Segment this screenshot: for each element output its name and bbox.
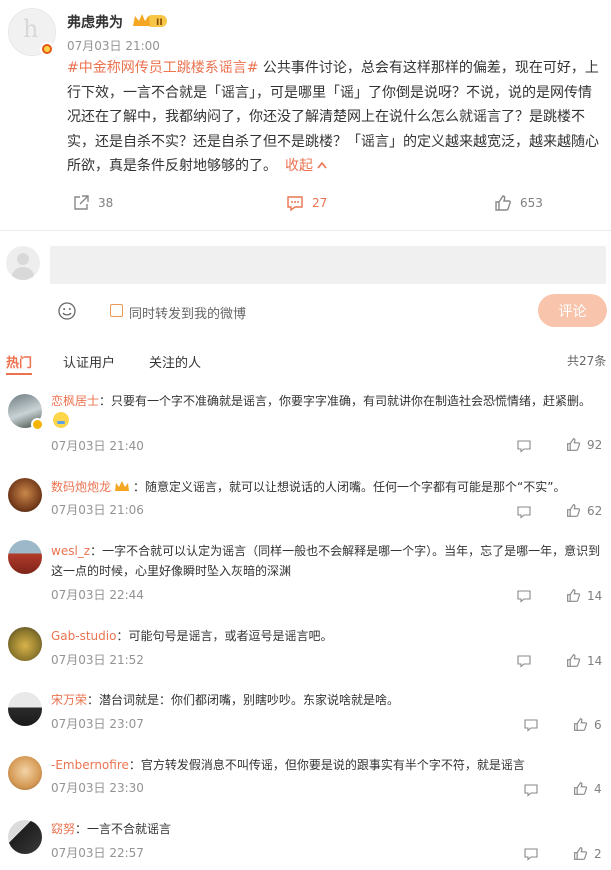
like-icon xyxy=(574,782,588,795)
crying-laugh-emoji-icon xyxy=(53,412,69,428)
comment-like-button[interactable]: 14 xyxy=(566,588,602,603)
like-count: 653 xyxy=(520,196,543,210)
comment-text: 窈努：一言不合就谣言 xyxy=(51,819,606,839)
submit-comment-button[interactable]: 评论 xyxy=(538,294,607,327)
comment-content: ：只要有一个字不准确就是谣言，你要字字准确，有司就讲你在制造社会恐慌情绪，赶紧删… xyxy=(99,394,592,408)
commenter-name[interactable]: 窈努 xyxy=(51,822,75,836)
reply-icon[interactable] xyxy=(524,718,538,732)
comment-like-count: 4 xyxy=(594,781,602,796)
forward-label[interactable]: 同时转发到我的微博 xyxy=(129,303,246,322)
like-icon xyxy=(567,589,581,602)
repost-count: 38 xyxy=(98,196,114,210)
comment-like-button[interactable]: 92 xyxy=(566,437,602,452)
comment-time[interactable]: 07月03日 22:44 xyxy=(51,586,144,603)
commenter-avatar[interactable] xyxy=(8,756,42,790)
comment-content: ：一字不合就可以认定为谣言（同样一般也不会解释是哪一个字）。当年，忘了是哪一年，… xyxy=(51,544,601,578)
chevron-up-icon xyxy=(317,161,328,169)
member-crown-icon xyxy=(115,481,130,491)
commenter-name[interactable]: wesl_z xyxy=(51,544,90,558)
member-crown-icon[interactable]: II xyxy=(132,12,168,30)
commenter-name[interactable]: -Embernofire xyxy=(51,758,129,772)
comment-content: ：官方转发假消息不叫传谣，但你要是说的跟事实有半个字不符，就是谣言 xyxy=(128,758,525,772)
reply-icon[interactable] xyxy=(524,847,538,861)
comment-like-count: 92 xyxy=(587,437,603,452)
comment-content: ：潜台词就是：你们都闭嘴，别瞎吵吵。东家说啥就是啥。 xyxy=(87,693,400,707)
comment-button[interactable]: 27 xyxy=(286,194,327,212)
like-icon xyxy=(574,718,588,731)
divider xyxy=(0,230,611,231)
comment-time[interactable]: 07月03日 21:52 xyxy=(51,651,144,668)
commenter-avatar[interactable] xyxy=(8,540,42,574)
comment-text: 数码炮炮龙 ：随意定义谣言，就可以让想说话的人闭嘴。任何一个字都有可能是那个“不实… xyxy=(51,477,606,497)
reply-icon[interactable] xyxy=(524,783,538,797)
reply-icon[interactable] xyxy=(517,439,531,453)
comment-like-count: 14 xyxy=(587,588,603,603)
comment-like-button[interactable]: 4 xyxy=(573,781,602,796)
current-user-avatar xyxy=(6,246,40,280)
verified-badge-icon xyxy=(31,418,44,431)
comment-like-count: 6 xyxy=(594,717,602,732)
reply-icon[interactable] xyxy=(517,505,531,519)
commenter-name[interactable]: Gab-studio xyxy=(51,629,116,643)
like-button[interactable]: 653 xyxy=(494,194,543,212)
forward-checkbox[interactable] xyxy=(110,304,123,317)
comment-text: 恋枫居士：只要有一个字不准确就是谣言，你要字字准确，有司就讲你在制造社会恐慌情绪… xyxy=(51,391,606,431)
collapse-link[interactable]: 收起 xyxy=(285,158,328,174)
comment-like-button[interactable]: 14 xyxy=(566,653,602,668)
verified-badge-icon xyxy=(40,42,54,56)
comment-time[interactable]: 07月03日 23:30 xyxy=(51,779,144,796)
tab-following[interactable]: 关注的人 xyxy=(149,352,201,371)
post-author-name[interactable]: 弗虑弗为 xyxy=(67,12,123,32)
comment-like-button[interactable]: 6 xyxy=(573,717,602,732)
comment-content: ：可能句号是谣言，或者逗号是谣言吧。 xyxy=(116,629,333,643)
commenter-avatar[interactable] xyxy=(8,627,42,661)
like-icon xyxy=(495,195,511,211)
comment-content: ：随意定义谣言，就可以让想说话的人闭嘴。任何一个字都有可能是那个“不实”。 xyxy=(133,480,566,494)
reply-icon[interactable] xyxy=(517,589,531,603)
post-text: #中金称网传员工跳楼系谣言# 公共事件讨论，总会有这样那样的偏差，现在可好，上行… xyxy=(67,56,605,179)
like-icon xyxy=(567,438,581,451)
like-icon xyxy=(567,654,581,667)
crown-level: II xyxy=(156,18,163,28)
comment-text: -Embernofire：官方转发假消息不叫传谣，但你要是说的跟事实有半个字不符… xyxy=(51,755,606,775)
reply-icon[interactable] xyxy=(517,654,531,668)
comment-text: 宋万荣：潜台词就是：你们都闭嘴，别瞎吵吵。东家说啥就是啥。 xyxy=(51,690,606,710)
repost-icon xyxy=(74,195,89,210)
comment-content: ：一言不合就谣言 xyxy=(75,822,172,836)
commenter-avatar[interactable] xyxy=(8,692,42,726)
comment-time[interactable]: 07月03日 22:57 xyxy=(51,844,144,861)
comment-icon xyxy=(287,196,303,212)
like-icon xyxy=(574,847,588,860)
commenter-name[interactable]: 宋万荣 xyxy=(51,693,87,707)
comment-time[interactable]: 07月03日 21:06 xyxy=(51,501,144,518)
comment-total: 共27条 xyxy=(567,354,607,368)
comment-like-count: 62 xyxy=(587,503,603,518)
commenter-name[interactable]: 恋枫居士 xyxy=(51,394,99,408)
active-tab-indicator xyxy=(6,373,32,375)
tab-verified-users[interactable]: 认证用户 xyxy=(63,352,115,371)
post-time[interactable]: 07月03日 21:00 xyxy=(67,37,160,54)
comment-like-button[interactable]: 62 xyxy=(566,503,602,518)
comment-like-count: 14 xyxy=(587,653,603,668)
commenter-avatar[interactable] xyxy=(8,820,42,854)
comment-count: 27 xyxy=(312,196,328,210)
post-hashtag[interactable]: #中金称网传员工跳楼系谣言# xyxy=(67,60,258,76)
comment-like-button[interactable]: 2 xyxy=(573,846,602,861)
comment-input[interactable] xyxy=(50,246,606,284)
commenter-avatar[interactable] xyxy=(8,478,42,512)
comment-like-count: 2 xyxy=(594,846,602,861)
commenter-name[interactable]: 数码炮炮龙 xyxy=(51,480,111,494)
emoji-icon[interactable] xyxy=(57,301,77,321)
tab-hot[interactable]: 热门 xyxy=(6,352,32,371)
comment-time[interactable]: 07月03日 23:07 xyxy=(51,715,144,732)
repost-button[interactable]: 38 xyxy=(72,194,113,212)
like-icon xyxy=(567,504,581,517)
collapse-label[interactable]: 收起 xyxy=(285,158,313,174)
comment-time[interactable]: 07月03日 21:40 xyxy=(51,437,144,454)
comment-text: Gab-studio：可能句号是谣言，或者逗号是谣言吧。 xyxy=(51,626,606,646)
comment-text: wesl_z：一字不合就可以认定为谣言（同样一般也不会解释是哪一个字）。当年，忘… xyxy=(51,541,606,581)
post-body: 公共事件讨论，总会有这样那样的偏差，现在可好，上行下效，一言不合就是「谣言」，可… xyxy=(67,60,599,174)
